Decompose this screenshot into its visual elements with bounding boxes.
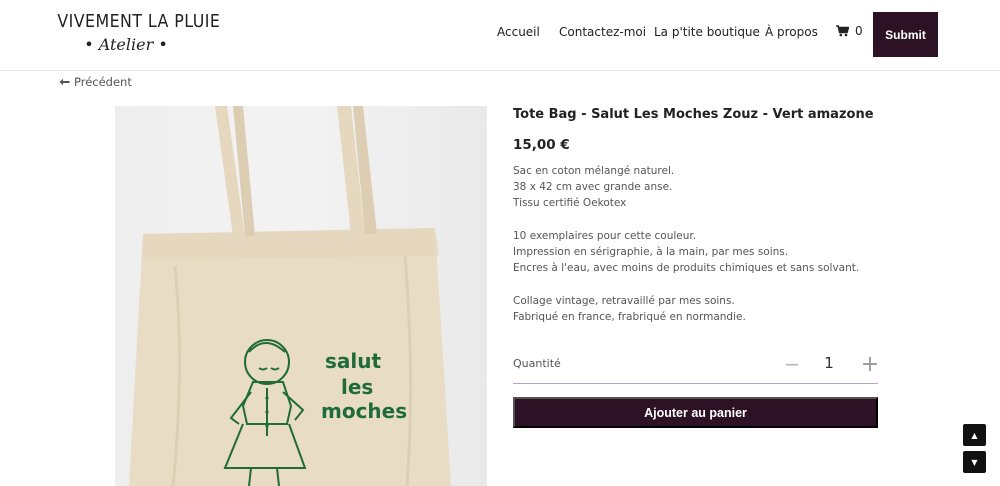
product-title: Tote Bag - Salut Les Moches Zouz - Vert … bbox=[513, 107, 874, 122]
print-word-2: les bbox=[341, 375, 373, 399]
product-description: Sac en coton mélangé naturel. 38 x 42 cm… bbox=[513, 163, 878, 325]
quantity-stepper: Quantité − 1 + bbox=[513, 350, 881, 384]
product-price: 15,00 € bbox=[513, 137, 570, 153]
nav-a-propos[interactable]: À propos bbox=[765, 25, 818, 39]
scroll-down-button[interactable]: ▼ bbox=[963, 451, 986, 473]
triangle-down-icon: ▼ bbox=[971, 457, 978, 467]
arrow-left-icon bbox=[59, 78, 70, 86]
add-to-cart-button[interactable]: Ajouter au panier bbox=[513, 397, 878, 428]
description-line: Impression en sérigraphie, à la main, pa… bbox=[513, 246, 789, 258]
print-word-1: salut bbox=[325, 349, 381, 373]
back-link[interactable]: Précédent bbox=[59, 75, 132, 89]
scroll-up-button[interactable]: ▲ bbox=[963, 424, 986, 446]
description-line: Tissu certifié Oekotex bbox=[513, 197, 627, 210]
quantity-value[interactable]: 1 bbox=[819, 354, 839, 372]
product-image[interactable]: salut les moches bbox=[115, 106, 487, 486]
print-word-3: moches bbox=[321, 399, 407, 423]
nav-accueil[interactable]: Accueil bbox=[497, 25, 540, 39]
shopping-cart-icon bbox=[836, 25, 849, 37]
cart-link[interactable]: 0 bbox=[836, 24, 863, 38]
description-line: 38 x 42 cm avec grande anse. bbox=[513, 181, 673, 194]
description-line: Fabriqué en france, frabriqué en normand… bbox=[513, 310, 746, 323]
triangle-up-icon: ▲ bbox=[971, 430, 978, 440]
minus-icon[interactable]: − bbox=[781, 350, 803, 378]
nav-contact[interactable]: Contactez-moi bbox=[559, 25, 646, 39]
site-logo[interactable]: VIVEMENT LA PLUIE • Atelier • bbox=[48, 11, 221, 59]
tote-bag-illustration: salut les moches bbox=[129, 106, 451, 486]
description-line: Sac en coton mélangé naturel. bbox=[513, 165, 675, 177]
description-line: Collage vintage, retravaillé par mes soi… bbox=[513, 294, 735, 307]
nav-boutique[interactable]: La p'tite boutique bbox=[654, 25, 760, 39]
description-line: 10 exemplaires pour cette couleur. bbox=[513, 229, 697, 242]
plus-icon[interactable]: + bbox=[859, 350, 881, 378]
site-header: VIVEMENT LA PLUIE • Atelier • Accueil Co… bbox=[0, 0, 1000, 71]
logo-title: VIVEMENT LA PLUIE bbox=[57, 11, 221, 32]
submit-button[interactable]: Submit bbox=[873, 12, 938, 57]
cart-count: 0 bbox=[855, 24, 863, 38]
logo-subtitle: • Atelier • bbox=[84, 35, 168, 54]
description-line: Encres à l'eau, avec moins de produits c… bbox=[513, 262, 860, 275]
back-label: Précédent bbox=[74, 75, 132, 89]
quantity-label: Quantité bbox=[513, 357, 561, 370]
